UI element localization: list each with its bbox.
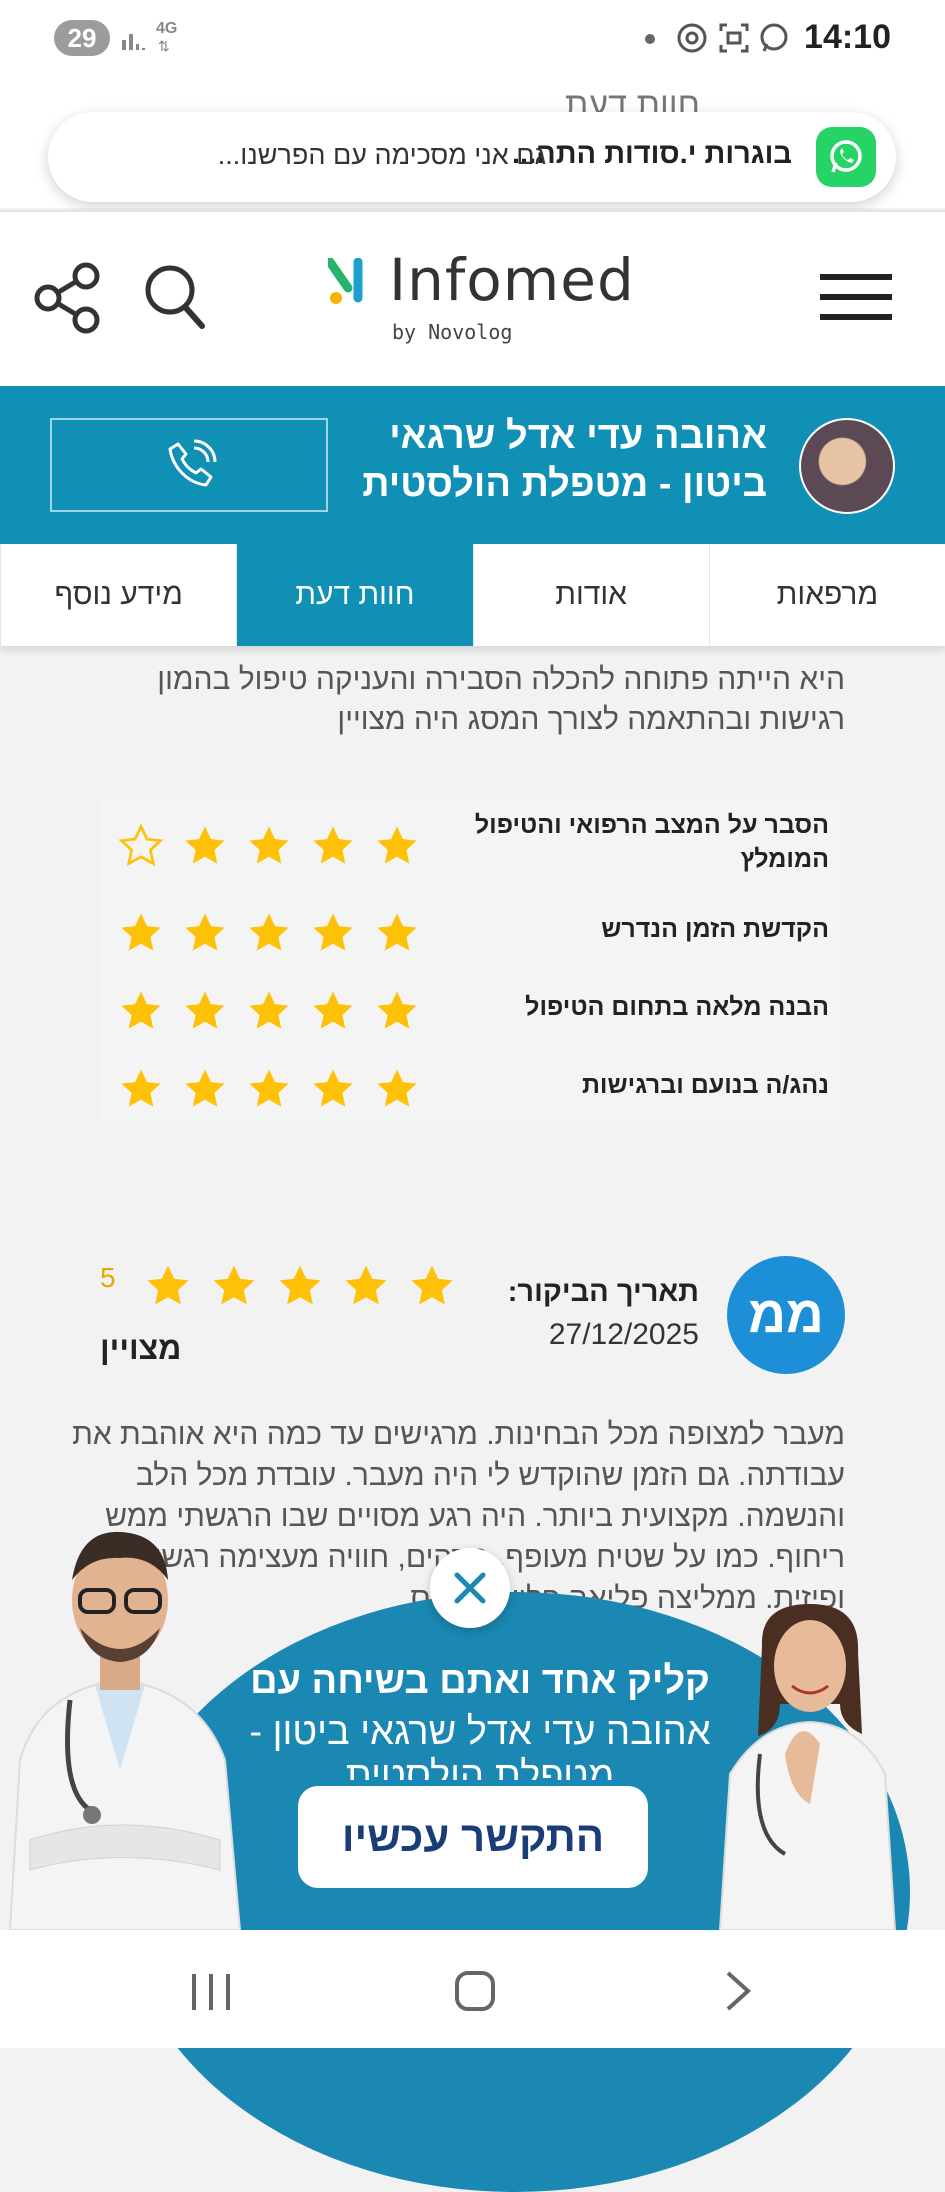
back-icon[interactable]	[724, 1970, 754, 2017]
star-filled-icon	[246, 988, 292, 1034]
therapist-name-line1: אהובה עדי אדל שרגאי	[389, 415, 767, 457]
star-filled-icon	[182, 910, 228, 956]
recent-apps-icon[interactable]	[190, 1974, 232, 2015]
hamburger-menu-icon[interactable]	[820, 272, 892, 327]
star-filled-icon	[310, 823, 356, 869]
phone-icon	[164, 438, 218, 497]
star-filled-icon	[246, 1066, 292, 1112]
share-icon[interactable]	[32, 262, 104, 339]
star-filled-icon	[374, 910, 420, 956]
star-filled-icon	[246, 910, 292, 956]
star-filled-icon	[144, 1262, 192, 1310]
infomed-logo-word[interactable]: Infomed	[389, 246, 635, 314]
search-icon[interactable]	[142, 262, 208, 337]
tab-more-info[interactable]: מידע נוסף	[0, 544, 236, 646]
visit-date-label: תאריך הביקור:	[507, 1276, 699, 1308]
rating-stars-expertise	[118, 988, 420, 1034]
whatsapp-icon	[816, 127, 876, 187]
home-icon[interactable]	[454, 1970, 496, 2017]
therapist-name-line2: ביטון - מטפלת הולסטית	[362, 463, 767, 505]
star-filled-icon	[182, 1066, 228, 1112]
star-filled-icon	[182, 988, 228, 1034]
therapist-name: אהובה עדי אדל שרגאי ביטון - מטפלת הולסטי…	[327, 412, 767, 508]
banner-subline: אהובה עדי אדל שרגאי ביטון - מטפלת הולסטי…	[249, 1711, 711, 1780]
data-arrows-icon: ⇅	[158, 38, 170, 54]
review-level: מצויין	[100, 1330, 182, 1366]
rating-stars-explanation	[118, 823, 420, 869]
banner-close-button[interactable]	[430, 1548, 510, 1628]
star-filled-icon	[118, 988, 164, 1034]
therapist-avatar	[799, 418, 895, 514]
dot-icon	[645, 34, 655, 44]
notification-text: גם אני מסכימה עם הפרשנו...	[217, 140, 546, 170]
chrome-icon	[676, 22, 708, 59]
tab-about[interactable]: אודות	[472, 544, 709, 646]
star-filled-icon	[118, 910, 164, 956]
whatsapp-notification[interactable]: בוגרות י.סודות התה... גם אני מסכימה עם ה…	[48, 112, 896, 202]
review-stars	[144, 1262, 456, 1310]
profile-tabs: מרפאות אודות חוות דעת מידע נוסף	[0, 544, 945, 646]
tab-clinics[interactable]: מרפאות	[708, 544, 945, 646]
banner-headline: קליק אחד ואתם בשיחה עם	[250, 1660, 710, 1702]
rating-label-time: הקדשת הזמן הנדרש	[601, 915, 829, 943]
star-filled-icon	[342, 1262, 390, 1310]
notification-count-badge: 29	[54, 20, 110, 56]
call-now-button[interactable]: התקשר עכשיו	[298, 1786, 648, 1888]
rating-label-manner: נהג/ה בנועם וברגישות	[581, 1071, 829, 1099]
star-filled-icon	[310, 988, 356, 1034]
rating-label-explanation: הסבר על המצב הרפואי והטיפול המומלץ	[474, 811, 829, 873]
rating-stars-manner	[118, 1066, 420, 1112]
star-filled-icon	[374, 1066, 420, 1112]
whatsapp-status-icon	[758, 22, 790, 59]
star-filled-icon	[118, 1066, 164, 1112]
reviewer-avatar: ממ	[727, 1256, 845, 1374]
star-filled-icon	[374, 988, 420, 1034]
star-filled-icon	[276, 1262, 324, 1310]
star-filled-icon	[182, 823, 228, 869]
review-score: 5	[100, 1262, 116, 1293]
infomed-logo-mark	[325, 257, 368, 306]
previous-review-text: היא הייתה פתוחה להכלה הסבירה והעניקה טיפ…	[157, 663, 845, 736]
status-time: 14:10	[804, 18, 891, 56]
visit-date: 27/12/2025	[548, 1318, 699, 1351]
call-button[interactable]	[50, 418, 328, 512]
network-type: 4G	[156, 20, 178, 37]
rating-label-expertise: הבנה מלאה בתחום הטיפול	[525, 993, 829, 1021]
system-nav-bar	[0, 1930, 945, 2048]
star-filled-icon	[310, 1066, 356, 1112]
star-filled-icon	[246, 823, 292, 869]
rating-stars-time	[118, 910, 420, 956]
screenshot-icon	[718, 22, 750, 59]
signal-icon	[120, 26, 148, 57]
infomed-logo-byline: by Novolog	[392, 320, 513, 344]
star-filled-icon	[374, 823, 420, 869]
star-empty-icon	[118, 823, 164, 869]
tab-reviews[interactable]: חוות דעת	[236, 544, 473, 646]
notification-title: בוגרות י.סודות התה...	[511, 138, 792, 170]
close-icon	[454, 1572, 486, 1604]
star-filled-icon	[408, 1262, 456, 1310]
star-filled-icon	[210, 1262, 258, 1310]
star-filled-icon	[310, 910, 356, 956]
